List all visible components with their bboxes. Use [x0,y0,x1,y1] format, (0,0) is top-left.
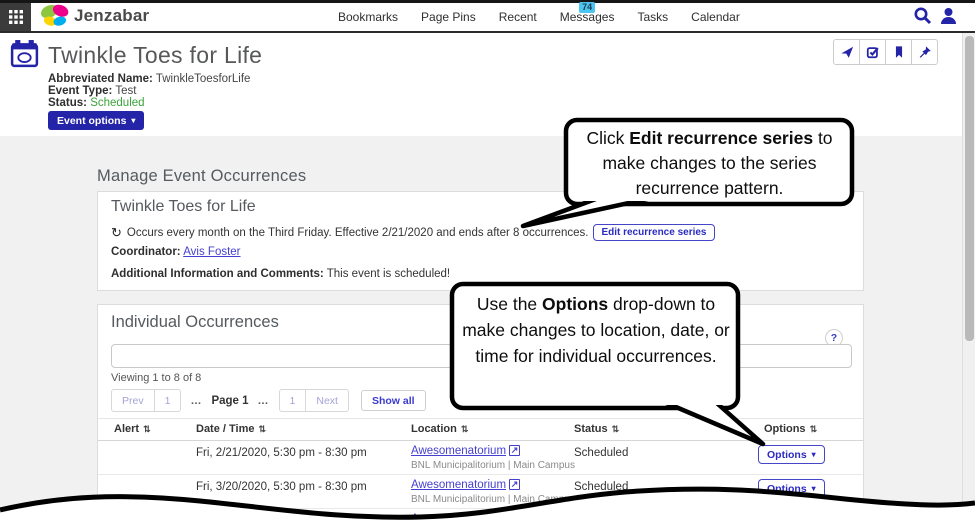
abbrev-name-label: Abbreviated Name: [48,73,153,85]
table-row: Fri, 3/20/2020, 5:30 pm - 8:30 pm Awesom… [98,474,863,509]
location-link[interactable]: Awesomenatorium [411,479,506,491]
apps-grid-button[interactable] [0,3,31,31]
recurrence-text: Occurs every month on the Third Friday. … [127,227,589,239]
logo-text: Jenzabar [74,6,149,26]
comments-value: This event is scheduled! [327,268,450,280]
scrollbar-thumb[interactable] [965,36,974,341]
series-summary-card: Twinkle Toes for Life ↻ Occurs every mon… [97,191,864,291]
butterfly-logo-icon [39,2,71,29]
status-label: Status: [48,97,87,109]
paper-plane-icon [840,45,854,59]
column-header-date-time[interactable]: Date / Time⇅ [196,423,266,435]
bookmark-icon [892,45,906,59]
caret-down-icon: ▾ [812,450,816,459]
main-nav: Bookmarks Page Pins Recent 74 Messages T… [338,10,740,24]
tasks-checkbox-button[interactable] [859,39,886,65]
viewing-count-text: Viewing 1 to 8 of 8 [111,372,201,384]
coordinator-link[interactable]: Avis Foster [183,246,240,258]
occurrence-status: Scheduled [574,481,628,493]
row-options-button[interactable]: Options▾ [758,479,825,498]
row-options-button[interactable]: Options▾ [758,445,825,464]
sort-icon[interactable]: ⇅ [810,424,818,435]
page-header: Twinkle Toes for Life Abbreviated Name: … [0,33,963,136]
pagination-ellipsis: … [190,395,202,407]
callout-text-options: Use the Options drop-down to make change… [458,291,734,369]
jenzabar-logo[interactable]: Jenzabar [39,2,149,29]
page-title: Twinkle Toes for Life [48,42,262,69]
comments-label: Additional Information and Comments: [111,268,324,280]
external-link-icon: ↗ [509,479,520,490]
sort-icon[interactable]: ⇅ [259,424,267,435]
current-page-label: Page 1 [211,395,248,407]
sort-icon[interactable]: ⇅ [612,424,620,435]
status-value: Scheduled [90,97,144,109]
occurrence-date: Fri, 4/17/2020 [196,515,267,524]
nav-bookmarks[interactable]: Bookmarks [338,10,398,24]
page-action-buttons [834,39,938,65]
event-type-value: Test [115,85,136,97]
next-page-button[interactable]: Next [305,389,349,412]
show-all-button[interactable]: Show all [361,390,426,411]
send-page-button[interactable] [833,39,860,65]
caret-down-icon: ▾ [131,116,135,125]
pin-page-button[interactable] [911,39,938,65]
location-link[interactable]: Awesomenatorium [411,445,506,457]
caret-down-icon: ▾ [812,484,816,493]
external-link-icon: ↗ [509,445,520,456]
nav-recent[interactable]: Recent [499,10,537,24]
page-1-button[interactable]: 1 [154,389,182,412]
prev-page-button[interactable]: Prev [111,389,155,412]
top-navigation-bar: Jenzabar Bookmarks Page Pins Recent 74 M… [0,0,975,33]
check-square-icon [866,45,880,59]
nav-messages[interactable]: 74 Messages [560,10,615,24]
recurrence-icon: ↻ [111,227,122,238]
occurrence-table-header: Alert⇅ Date / Time⇅ Location⇅ Status⇅ Op… [98,418,863,441]
event-calendar-icon [9,39,40,70]
series-card-title: Twinkle Toes for Life [111,198,256,216]
individual-occurrences-heading: Individual Occurrences [111,313,279,332]
external-link-icon: ↗ [509,513,520,524]
event-options-button[interactable]: Event options▾ [48,111,144,130]
nav-page-pins[interactable]: Page Pins [421,10,476,24]
sort-icon[interactable]: ⇅ [143,424,151,435]
coordinator-label: Coordinator: [111,246,181,258]
nav-calendar[interactable]: Calendar [691,10,740,24]
edit-recurrence-series-button[interactable]: Edit recurrence series [593,224,714,241]
table-row-partial: Fri, 4/17/2020 Awesomenatorium↗ [98,508,863,524]
bookmark-page-button[interactable] [885,39,912,65]
messages-count-badge: 74 [579,2,595,13]
pagination-ellipsis: … [258,395,270,407]
column-header-status[interactable]: Status⇅ [574,423,619,435]
last-page-button[interactable]: 1 [279,389,307,412]
column-header-alert[interactable]: Alert⇅ [114,423,151,435]
sort-icon[interactable]: ⇅ [461,424,469,435]
apps-grid-icon [9,10,23,24]
location-link[interactable]: Awesomenatorium [411,513,506,524]
pushpin-icon [918,45,932,59]
table-row: Fri, 2/21/2020, 5:30 pm - 8:30 pm Awesom… [98,440,863,475]
nav-tasks[interactable]: Tasks [637,10,668,24]
event-type-label: Event Type: [48,85,112,97]
manage-occurrences-heading: Manage Event Occurrences [97,167,306,186]
app-window: Jenzabar Bookmarks Page Pins Recent 74 M… [0,0,975,524]
callout-text-edit-series: Click Edit recurrence series to make cha… [572,126,847,201]
user-profile-icon[interactable] [940,7,957,25]
location-sub-text: BNL Municipalitorium | Main Campus [411,494,575,505]
column-header-options[interactable]: Options⇅ [764,423,817,435]
column-header-location[interactable]: Location⇅ [411,423,468,435]
search-icon[interactable] [913,6,932,25]
occurrence-status: Scheduled [574,447,628,459]
abbrev-name-value: TwinkleToesforLife [156,73,251,85]
occurrence-date: Fri, 2/21/2020, 5:30 pm - 8:30 pm [196,447,367,459]
pagination: Prev 1 … Page 1 … 1 Next Show all [111,389,426,412]
occurrence-date: Fri, 3/20/2020, 5:30 pm - 8:30 pm [196,481,367,493]
event-meta: Abbreviated Name: TwinkleToesforLife Eve… [48,73,250,109]
location-sub-text: BNL Municipalitorium | Main Campus [411,460,575,471]
